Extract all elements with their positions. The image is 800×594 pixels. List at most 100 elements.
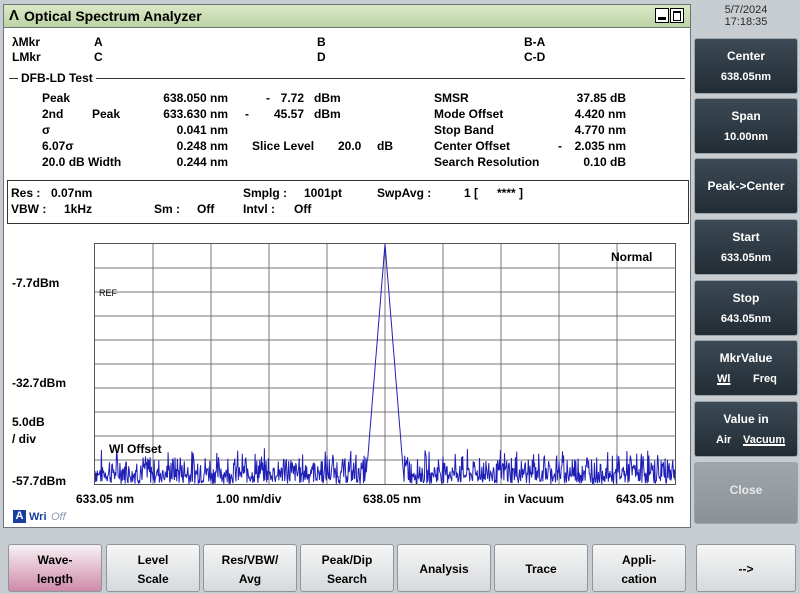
trace-mode-label: Normal [611, 250, 653, 264]
y-axis-top-label: -7.7dBm [12, 276, 60, 290]
section-divider [9, 78, 685, 79]
vbw-label: VBW : [11, 202, 47, 216]
fkey-res-vbw-avg-line1: Res/VBW/ [221, 553, 279, 567]
fkey-application-line2: cation [621, 572, 657, 586]
softkey-start[interactable]: Start 633.05nm [694, 219, 798, 275]
sigma-607-value: 0.248 nm [176, 139, 228, 153]
softkey-span-label: Span [731, 109, 761, 123]
fkey-peak-dip-search-line2: Search [326, 572, 368, 586]
datetime: 5/7/2024 17:18:35 [694, 4, 798, 28]
marker-b: B [317, 35, 326, 49]
sigma-label: σ [42, 123, 51, 137]
marker-c: C [94, 50, 103, 64]
mkr-value-freq-option[interactable]: Freq [753, 373, 777, 385]
width-20db-label: 20.0 dB Width [42, 155, 122, 169]
level-marker-label: LMkr [12, 50, 41, 64]
softkey-span-value: 10.00nm [723, 131, 769, 143]
value-in-air-option[interactable]: Air [716, 434, 731, 446]
softkey-peak-center-label: Peak->Center [707, 179, 785, 193]
write-trace-a-icon: A [13, 510, 26, 523]
mode-offset-value: 4.420 nm [574, 107, 626, 121]
intvl-value: Off [294, 202, 312, 216]
date-text: 5/7/2024 [724, 4, 768, 16]
slice-level-label: Slice Level [252, 139, 315, 153]
softkey-close-label: Close [729, 483, 763, 497]
second-peak-level-unit: dBm [314, 107, 341, 121]
window-title: Optical Spectrum Analyzer [24, 8, 202, 24]
sm-value: Off [197, 202, 215, 216]
smplg-value: 1001pt [304, 186, 343, 200]
fkey-application-line1: Appli- [622, 553, 656, 567]
wl-offset-label: Wl Offset [109, 442, 162, 456]
softkey-center[interactable]: Center 638.05nm [694, 38, 798, 94]
spectrum-plot[interactable]: Normal REF Wl Offset [94, 243, 676, 485]
slice-level-unit: dB [377, 139, 393, 153]
fkey-wavelength-line2: length [37, 572, 73, 586]
fkey-analysis[interactable]: Analysis [397, 544, 491, 592]
fkey-trace[interactable]: Trace [494, 544, 588, 592]
y-axis-bottom-label: -57.7dBm [12, 474, 67, 488]
smplg-label: Smplg : [243, 186, 287, 200]
spectrum-plot-svg [95, 244, 675, 484]
x-axis-div-label: 1.00 nm/div [216, 492, 282, 506]
softkey-peak-center[interactable]: Peak->Center [694, 158, 798, 214]
res-value: 0.07nm [51, 186, 93, 200]
width-20db-value: 0.244 nm [176, 155, 228, 169]
fkey-level-scale-line2: Scale [137, 572, 169, 586]
marker-d: D [317, 50, 326, 64]
ref-marker-label: REF [99, 288, 117, 298]
softkey-stop-label: Stop [732, 291, 760, 305]
fkey-next-page[interactable]: --> [696, 544, 796, 592]
center-offset-value: 2.035 nm [574, 139, 626, 153]
search-resolution-label: Search Resolution [434, 155, 540, 169]
fkey-peak-dip-search[interactable]: Peak/Dip Search [300, 544, 394, 592]
mode-offset-label: Mode Offset [434, 107, 504, 121]
search-resolution-value: 0.10 dB [583, 155, 626, 169]
fkey-level-scale[interactable]: Level Scale [106, 544, 200, 592]
softkey-close[interactable]: Close [694, 462, 798, 524]
x-axis-start-label: 633.05 nm [76, 492, 135, 506]
softkey-start-value: 633.05nm [720, 252, 772, 264]
next-arrow-icon: --> [738, 562, 754, 576]
swpavg-count: **** ] [497, 186, 524, 200]
write-label: Wri [29, 511, 47, 523]
peak-level: 7.72 [280, 91, 304, 105]
peak-level-unit: dBm [314, 91, 341, 105]
maximize-button[interactable] [670, 8, 684, 23]
second-peak-level-sign: - [245, 107, 249, 121]
time-text: 17:18:35 [724, 16, 768, 28]
sigma-607-label: 6.07σ [42, 139, 74, 153]
softkey-stop[interactable]: Stop 643.05nm [694, 280, 798, 336]
title-bar: Λ Optical Spectrum Analyzer [4, 5, 690, 28]
second-peak-wavelength: 633.630 nm [163, 107, 228, 121]
mkr-value-wl-option[interactable]: Wl [717, 373, 730, 385]
sm-label: Sm : [154, 202, 181, 216]
fkey-application[interactable]: Appli- cation [592, 544, 686, 592]
x-axis-center-label: 638.05 nm [363, 492, 422, 506]
softkey-span[interactable]: Span 10.00nm [694, 98, 798, 154]
slice-level-value: 20.0 [338, 139, 362, 153]
intvl-label: Intvl : [243, 202, 275, 216]
peak-label: Peak [42, 91, 71, 105]
swpavg-value: 1 [ [464, 186, 479, 200]
plot-grid [95, 244, 675, 484]
fkey-peak-dip-search-line1: Peak/Dip [321, 553, 373, 567]
res-label: Res : [11, 186, 41, 200]
anritsu-logo-icon: Λ [9, 7, 20, 24]
softkey-mkr-value[interactable]: MkrValue Wl Freq [694, 340, 798, 396]
softkey-center-value: 638.05nm [720, 71, 772, 83]
fkey-wavelength-line1: Wave- [37, 553, 73, 567]
fkey-wavelength[interactable]: Wave- length [8, 544, 102, 592]
x-axis-medium-label: in Vacuum [504, 492, 565, 506]
settings-box [7, 180, 689, 224]
write-state: Off [51, 511, 66, 523]
softkey-value-in[interactable]: Value in Air Vacuum [694, 401, 798, 457]
value-in-vacuum-option[interactable]: Vacuum [743, 434, 785, 446]
second-peak-level: 45.57 [273, 107, 304, 121]
analyzer-window: Λ Optical Spectrum Analyzer λMkr A B B-A… [3, 4, 691, 528]
fkey-res-vbw-avg-line2: Avg [238, 572, 262, 586]
fkey-res-vbw-avg[interactable]: Res/VBW/ Avg [203, 544, 297, 592]
minimize-button[interactable] [655, 8, 669, 23]
x-axis-stop-label: 643.05 nm [616, 492, 675, 506]
smsr-value: 37.85 dB [576, 91, 626, 105]
